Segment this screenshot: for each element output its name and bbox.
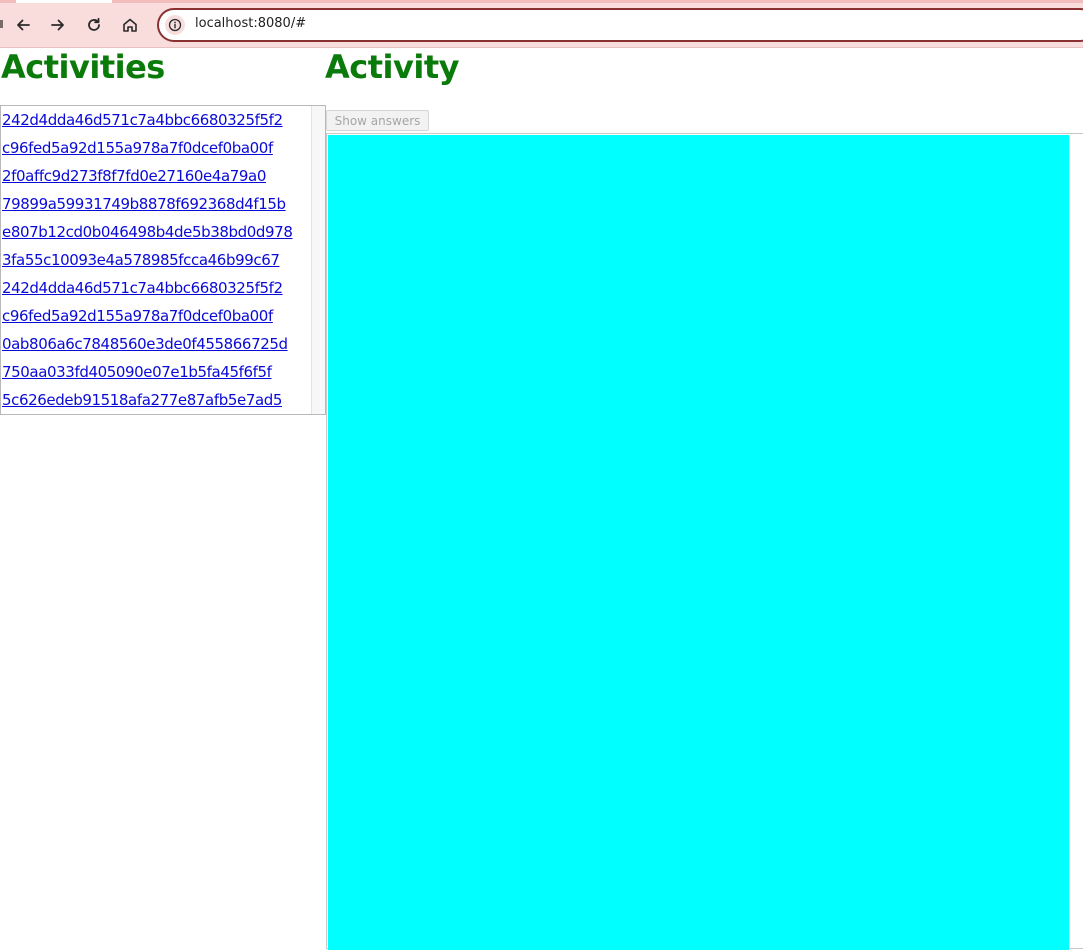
address-bar[interactable]: localhost:8080/#: [157, 8, 1083, 42]
reload-icon: [88, 17, 100, 31]
tab-strip: [0, 0, 1083, 3]
activity-link[interactable]: c96fed5a92d155a978a7f0dcef0ba00f: [2, 305, 292, 333]
activity-frame[interactable]: [326, 133, 1083, 950]
window-edge-handle: [0, 20, 3, 28]
back-button[interactable]: [10, 12, 36, 38]
reload-button[interactable]: [81, 12, 107, 38]
activity-link[interactable]: 79899a59931749b8878f692368d4f15b: [2, 193, 292, 221]
activity-link[interactable]: 5c626edeb91518afa277e87afb5e7ad5: [2, 389, 292, 414]
forward-icon: [51, 19, 64, 31]
activity-link[interactable]: 0ab806a6c7848560e3de0f455866725d: [2, 333, 292, 361]
activity-link[interactable]: 2f0affc9d273f8f7fd0e27160e4a79a0: [2, 165, 292, 193]
home-icon: [123, 18, 137, 32]
activity-link[interactable]: 750aa033fd405090e07e1b5fa45f6f5f: [2, 361, 292, 389]
activity-link[interactable]: e807b12cd0b046498b4de5b38bd0d978: [2, 221, 293, 249]
activity-link[interactable]: 242d4dda46d571c7a4bbc6680325f5f2: [2, 109, 292, 137]
home-button[interactable]: [117, 12, 143, 38]
site-info-button[interactable]: [165, 15, 185, 35]
page: Activities Activity 242d4dda46d571c7a4bb…: [0, 48, 1083, 950]
activities-list-scrollbar[interactable]: [311, 106, 325, 414]
activity-heading: Activity: [325, 48, 459, 86]
activity-link[interactable]: 3fa55c10093e4a578985fcca46b99c67: [2, 249, 292, 277]
activities-heading: Activities: [1, 48, 165, 86]
activity-frame-scrollbar[interactable]: [1069, 134, 1083, 948]
forward-button[interactable]: [45, 12, 71, 38]
activity-link[interactable]: c96fed5a92d155a978a7f0dcef0ba00f: [2, 137, 292, 165]
activities-list-items: 242d4dda46d571c7a4bbc6680325f5f2 c96fed5…: [2, 109, 293, 414]
activity-link[interactable]: 242d4dda46d571c7a4bbc6680325f5f2: [2, 277, 292, 305]
activity-canvas[interactable]: [328, 135, 1069, 950]
url-text[interactable]: localhost:8080/#: [195, 16, 306, 31]
site-info-icon: [168, 18, 182, 32]
activities-list[interactable]: 242d4dda46d571c7a4bbc6680325f5f2 c96fed5…: [0, 105, 326, 415]
show-answers-button[interactable]: Show answers: [326, 110, 429, 131]
active-tab[interactable]: [16, 0, 112, 3]
back-icon: [17, 19, 30, 31]
browser-toolbar: localhost:8080/#: [0, 0, 1083, 48]
